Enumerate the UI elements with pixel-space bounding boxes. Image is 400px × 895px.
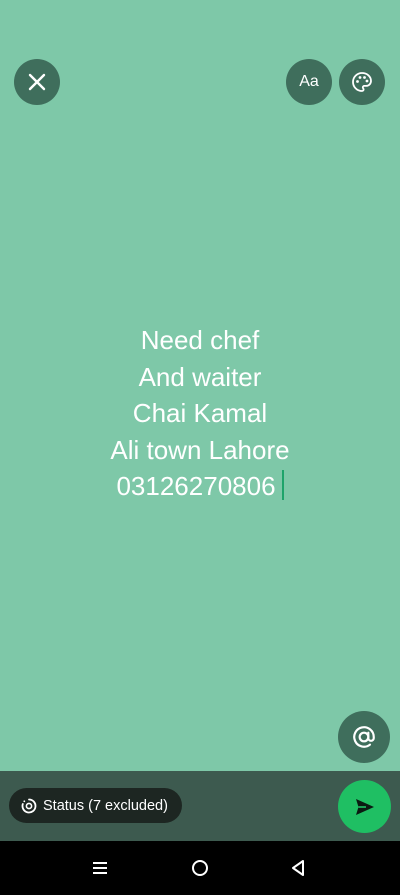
system-navigation-bar [0, 841, 400, 895]
text-cursor [281, 470, 284, 500]
background-color-button[interactable] [339, 59, 385, 105]
status-text-line: And waiter [138, 361, 262, 392]
text-font-icon: Aa [299, 73, 319, 90]
status-text-line: 03126270806 [116, 471, 276, 501]
mention-button[interactable] [338, 711, 390, 763]
home-icon [192, 860, 208, 876]
send-button[interactable] [338, 780, 391, 833]
status-text-line: Need chef [140, 325, 260, 355]
font-style-button[interactable]: Aa [286, 59, 332, 105]
status-privacy-button[interactable]: Status (7 excluded) [9, 788, 182, 823]
back-button[interactable] [285, 855, 311, 881]
status-privacy-icon [21, 798, 37, 813]
status-text-line: Ali town Lahore [110, 434, 290, 465]
status-privacy-label: Status (7 excluded) [43, 797, 168, 814]
close-icon [28, 73, 46, 91]
close-button[interactable] [14, 59, 60, 105]
at-mention-icon [353, 726, 375, 748]
recents-icon [93, 862, 107, 874]
send-icon [355, 798, 374, 815]
palette-icon [352, 72, 372, 92]
bottom-bar: Status (7 excluded) [0, 771, 400, 841]
status-text-line: Chai Kamal [132, 398, 268, 428]
status-text-input[interactable]: Need chef And waiter Chai Kamal Ali town… [0, 322, 400, 505]
recents-button[interactable] [87, 855, 113, 881]
back-icon [292, 860, 304, 876]
home-button[interactable] [187, 855, 213, 881]
